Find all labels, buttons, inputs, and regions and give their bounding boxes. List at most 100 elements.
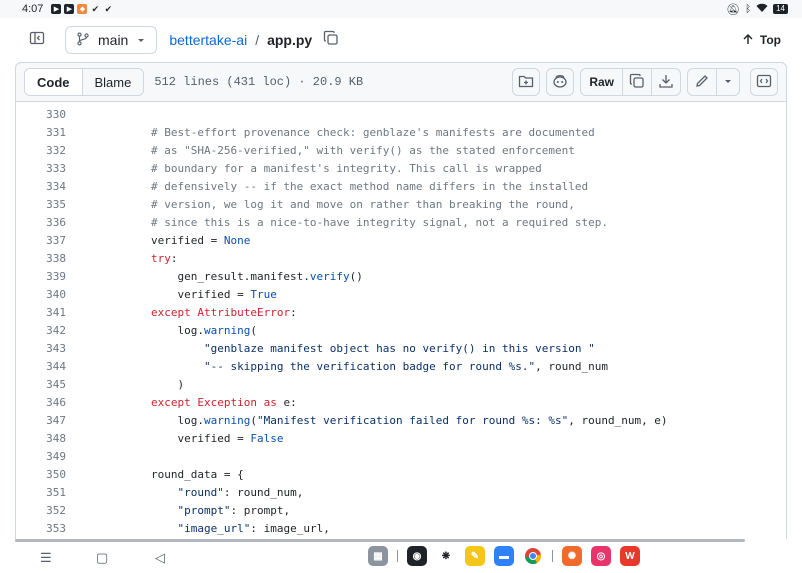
line-number[interactable]: 333 — [16, 160, 66, 178]
line-content: try: — [150, 252, 178, 265]
line-number[interactable]: 349 — [16, 448, 66, 466]
line-content: "round": round_num, — [177, 486, 304, 499]
add-file-icon — [518, 73, 534, 92]
screen-recorder-app-icon[interactable]: ◎ — [591, 546, 611, 566]
line-number[interactable]: 346 — [16, 394, 66, 412]
copy-path-button[interactable] — [322, 30, 340, 49]
code-line[interactable]: 331 # Best-effort provenance check: genb… — [16, 124, 786, 142]
code-view[interactable]: 330 331 # Best-effort provenance check: g… — [15, 102, 787, 539]
line-content: log.warning( — [98, 324, 257, 337]
code-line[interactable]: 340 verified = True — [16, 286, 786, 304]
line-content: log.warning("Manifest verification faile… — [98, 414, 668, 427]
branch-selector-button[interactable]: main — [65, 26, 158, 54]
status-bar: 4:07 ▶ ▶ ◆ ✔ ✔ 🔕︎ ᛒ 14 — [0, 0, 802, 18]
line-number[interactable]: 335 — [16, 196, 66, 214]
line-number[interactable]: 348 — [16, 430, 66, 448]
back-icon[interactable]: ◁ — [155, 550, 165, 566]
code-line[interactable]: 343 "genblaze manifest object has no ver… — [16, 340, 786, 358]
chrome-app-icon[interactable] — [523, 546, 543, 566]
line-number[interactable]: 341 — [16, 304, 66, 322]
code-line[interactable]: 336 # since this is a nice-to-have integ… — [16, 214, 786, 232]
line-number[interactable]: 343 — [16, 340, 66, 358]
camera-app-icon[interactable]: ◉ — [407, 546, 427, 566]
line-number[interactable]: 331 — [16, 124, 66, 142]
line-content: # Best-effort provenance check: genblaze… — [150, 126, 595, 139]
code-line[interactable]: 338 try: — [16, 250, 786, 268]
line-content: # defensively -- if the exact method nam… — [150, 180, 589, 193]
line-number[interactable]: 330 — [16, 106, 66, 124]
code-line[interactable]: 346 except Exception as e: — [16, 394, 786, 412]
code-line[interactable]: 342 log.warning( — [16, 322, 786, 340]
repo-link[interactable]: bettertake-ai — [169, 32, 247, 48]
home-icon[interactable]: ▢ — [96, 550, 108, 566]
tab-blame[interactable]: Blame — [82, 69, 144, 95]
code-line[interactable]: 353 "image_url": image_url, — [16, 520, 786, 538]
copy-raw-button[interactable] — [623, 69, 652, 95]
symbols-panel-button[interactable] — [750, 68, 778, 96]
recents-menu-icon[interactable]: ☰ — [40, 550, 52, 566]
back-to-top-button[interactable]: Top — [742, 33, 781, 48]
download-button[interactable] — [652, 69, 680, 95]
app-dock: ▦ ◉ ❋ ✎ ▬ ✺ ◎ W — [368, 546, 640, 566]
sidebar-toggle-button[interactable] — [23, 26, 51, 54]
line-content: gen_result.manifest.verify() — [98, 270, 363, 283]
code-line[interactable]: 348 verified = False — [16, 430, 786, 448]
code-line[interactable]: 350 round_data = { — [16, 466, 786, 484]
line-content: "prompt": prompt, — [177, 504, 291, 517]
code-line[interactable]: 351 "round": round_num, — [16, 484, 786, 502]
code-line[interactable]: 341 except AttributeError: — [16, 304, 786, 322]
line-content: # version, we log it and move on rather … — [150, 198, 575, 211]
line-number[interactable]: 351 — [16, 484, 66, 502]
edit-options-button[interactable] — [717, 69, 739, 95]
tab-code[interactable]: Code — [25, 69, 83, 95]
chatgpt-app-icon[interactable]: ❋ — [436, 546, 456, 566]
dock-separator — [397, 550, 398, 562]
file-info: 512 lines (431 loc) · 20.9 KB — [154, 75, 364, 89]
add-file-button[interactable] — [512, 68, 541, 96]
code-line[interactable]: 334 # defensively -- if the exact method… — [16, 178, 786, 196]
notes-app-icon[interactable]: ✎ — [465, 546, 485, 566]
copilot-button[interactable] — [546, 68, 575, 96]
code-line[interactable]: 337 verified = None — [16, 232, 786, 250]
line-number[interactable]: 353 — [16, 520, 66, 538]
wifi-icon — [756, 3, 768, 16]
code-line[interactable]: 349 — [16, 448, 786, 466]
line-number[interactable]: 344 — [16, 358, 66, 376]
file-name: app.py — [267, 32, 313, 48]
line-content: "image_url": image_url, — [177, 522, 330, 535]
edit-button[interactable] — [688, 69, 717, 95]
code-line[interactable]: 344 "-- skipping the verification badge … — [16, 358, 786, 376]
line-number[interactable]: 338 — [16, 250, 66, 268]
raw-button[interactable]: Raw — [581, 69, 623, 95]
dock-separator — [552, 550, 553, 562]
line-number[interactable]: 337 — [16, 232, 66, 250]
line-number[interactable]: 332 — [16, 142, 66, 160]
line-content: except AttributeError: — [150, 306, 297, 319]
code-line[interactable]: 345 ) — [16, 376, 786, 394]
line-number[interactable]: 352 — [16, 502, 66, 520]
symbols-icon — [756, 73, 772, 92]
code-line[interactable]: 330 — [16, 106, 786, 124]
line-number[interactable]: 336 — [16, 214, 66, 232]
claude-app-icon[interactable]: ✺ — [562, 546, 582, 566]
app-drawer-icon[interactable]: ▦ — [368, 546, 388, 566]
line-number[interactable]: 340 — [16, 286, 66, 304]
line-content: verified = None — [98, 234, 251, 247]
branch-name: main — [98, 32, 129, 48]
line-number[interactable]: 350 — [16, 466, 66, 484]
code-line[interactable]: 347 log.warning("Manifest verification f… — [16, 412, 786, 430]
line-number[interactable]: 339 — [16, 268, 66, 286]
line-number[interactable]: 342 — [16, 322, 66, 340]
code-line[interactable]: 339 gen_result.manifest.verify() — [16, 268, 786, 286]
wps-office-app-icon[interactable]: W — [620, 546, 640, 566]
line-number[interactable]: 347 — [16, 412, 66, 430]
check-icon: ✔ — [104, 3, 113, 14]
line-number[interactable]: 334 — [16, 178, 66, 196]
code-line[interactable]: 333 # boundary for a manifest's integrit… — [16, 160, 786, 178]
code-line[interactable]: 335 # version, we log it and move on rat… — [16, 196, 786, 214]
code-line[interactable]: 332 # as "SHA-256-verified," with verify… — [16, 142, 786, 160]
line-number[interactable]: 345 — [16, 376, 66, 394]
files-app-icon[interactable]: ▬ — [494, 546, 514, 566]
arrow-up-icon — [742, 33, 754, 48]
code-line[interactable]: 352 "prompt": prompt, — [16, 502, 786, 520]
